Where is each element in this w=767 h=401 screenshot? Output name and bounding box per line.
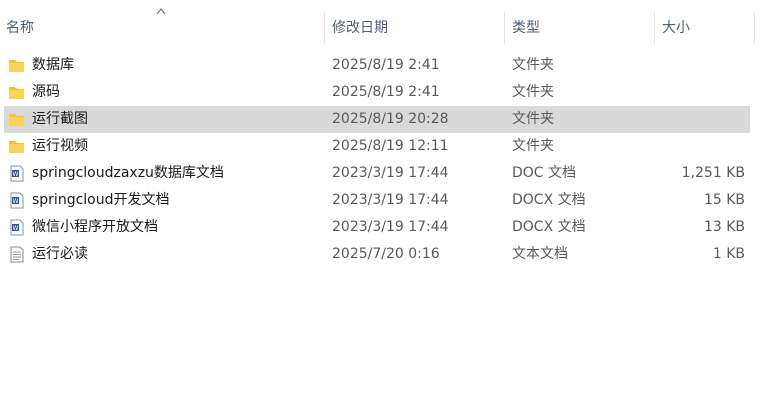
file-type: DOC 文档 [512, 165, 577, 181]
svg-text:W: W [13, 198, 19, 205]
column-divider[interactable] [504, 12, 505, 44]
file-type: DOCX 文档 [512, 192, 586, 208]
file-row[interactable]: W springcloudzaxzu数据库文档 2023/3/19 17:44 … [0, 160, 767, 187]
file-size: 13 KB [703, 219, 745, 235]
file-name: 运行截图 [32, 111, 88, 127]
file-name: 数据库 [32, 57, 74, 73]
file-name: 源码 [32, 84, 60, 100]
file-type: 文件夹 [512, 84, 554, 100]
file-name: 运行必读 [32, 246, 88, 262]
column-header-type[interactable]: 类型 [506, 0, 654, 52]
file-date: 2025/8/19 2:41 [332, 84, 440, 100]
file-type: 文件夹 [512, 138, 554, 154]
file-date: 2023/3/19 17:44 [332, 192, 449, 208]
folder-icon [8, 138, 26, 155]
word-doc-icon: W [8, 165, 26, 182]
word-docx-icon: W [8, 192, 26, 209]
file-row[interactable]: 源码 2025/8/19 2:41 文件夹 [0, 79, 767, 106]
file-date: 2023/3/19 17:44 [332, 219, 449, 235]
file-type: 文本文档 [512, 246, 568, 262]
file-size: 15 KB [703, 192, 745, 208]
file-row[interactable]: W 微信小程序开放文档 2023/3/19 17:44 DOCX 文档 13 K… [0, 214, 767, 241]
column-divider[interactable] [754, 12, 755, 44]
file-row[interactable]: W springcloud开发文档 2023/3/19 17:44 DOCX 文… [0, 187, 767, 214]
column-header-bar: 名称 修改日期 类型 大小 [0, 0, 767, 55]
folder-icon [8, 57, 26, 74]
file-date: 2025/8/19 20:28 [332, 111, 449, 127]
svg-text:W: W [13, 225, 19, 232]
file-row[interactable]: 运行视频 2025/8/19 12:11 文件夹 [0, 133, 767, 160]
file-name: springcloud开发文档 [32, 192, 170, 208]
file-date: 2025/8/19 12:11 [332, 138, 449, 154]
file-name: springcloudzaxzu数据库文档 [32, 165, 224, 181]
text-file-icon [8, 246, 26, 263]
file-type: 文件夹 [512, 111, 554, 127]
column-header-size[interactable]: 大小 [656, 0, 754, 52]
column-header-name[interactable]: 名称 [0, 0, 324, 52]
column-divider[interactable] [324, 12, 325, 44]
column-header-date[interactable]: 修改日期 [326, 0, 504, 52]
file-date: 2025/7/20 0:16 [332, 246, 440, 262]
file-row-selected[interactable]: 运行截图 2025/8/19 20:28 文件夹 [0, 106, 767, 133]
word-docx-icon: W [8, 219, 26, 236]
file-explorer: 名称 修改日期 类型 大小 数据库 2025/8/19 2:41 文件夹 源码 … [0, 0, 767, 401]
file-row[interactable]: 运行必读 2025/7/20 0:16 文本文档 1 KB [0, 241, 767, 268]
folder-icon [8, 111, 26, 128]
file-type: DOCX 文档 [512, 219, 586, 235]
file-list: 数据库 2025/8/19 2:41 文件夹 源码 2025/8/19 2:41… [0, 52, 767, 268]
file-type: 文件夹 [512, 57, 554, 73]
svg-text:W: W [13, 171, 19, 178]
file-row[interactable]: 数据库 2025/8/19 2:41 文件夹 [0, 52, 767, 79]
folder-icon [8, 84, 26, 101]
file-name: 运行视频 [32, 138, 88, 154]
file-name: 微信小程序开放文档 [32, 219, 158, 235]
file-date: 2025/8/19 2:41 [332, 57, 440, 73]
file-date: 2023/3/19 17:44 [332, 165, 449, 181]
column-divider[interactable] [654, 12, 655, 44]
file-size: 1,251 KB [681, 165, 745, 181]
file-size: 1 KB [712, 246, 745, 262]
